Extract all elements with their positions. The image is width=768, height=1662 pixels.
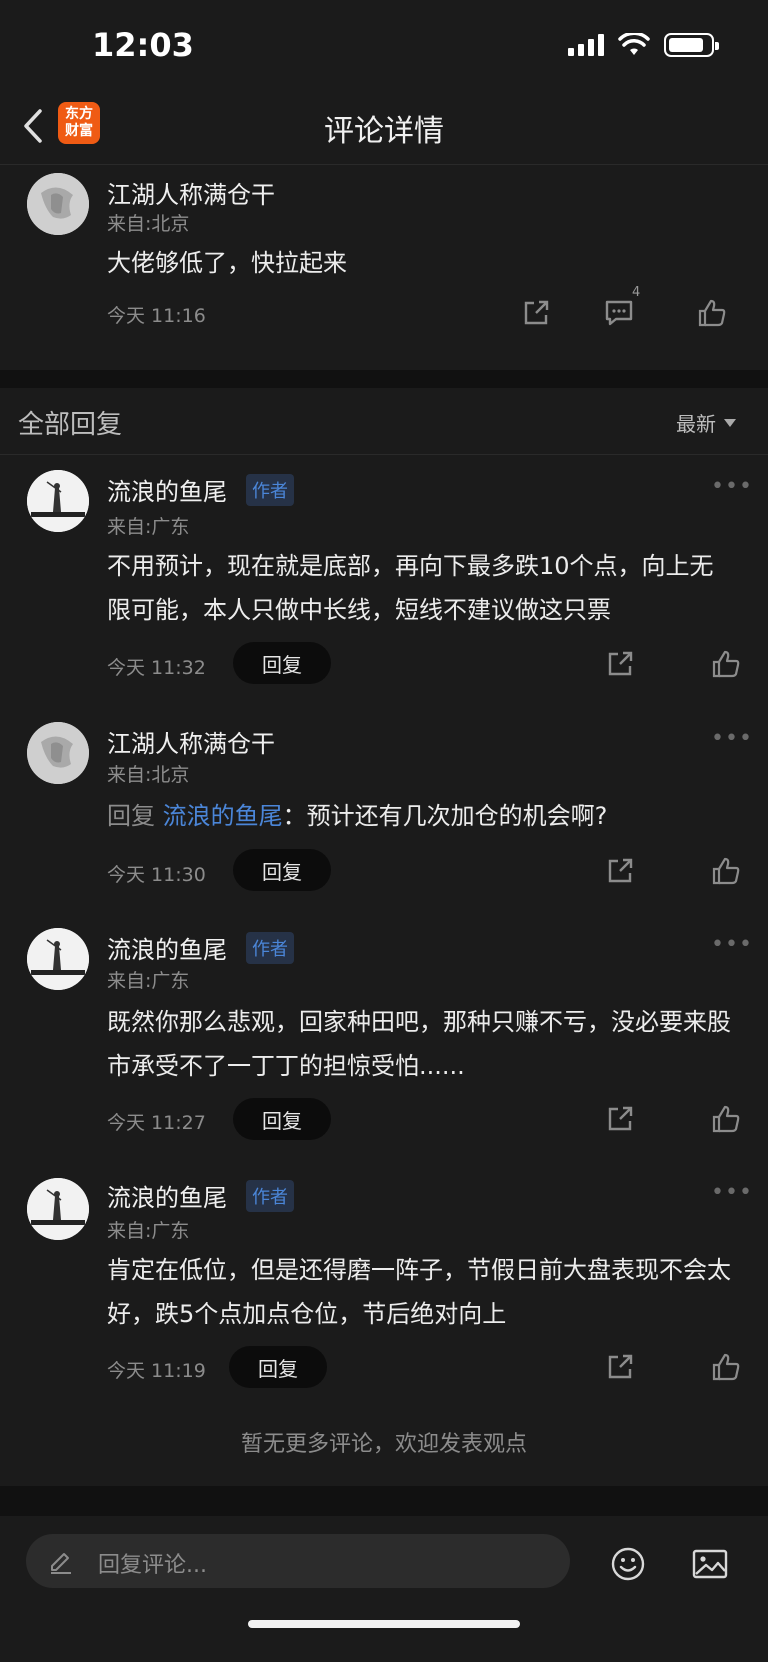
reply-input[interactable]: 回复评论... [26,1534,570,1588]
comment-count: 4 [632,285,641,300]
reply-time: 今天 11:30 [107,864,206,886]
username[interactable]: 江湖人称满仓干 [107,175,275,210]
reply-content: 肯定在低位，但是还得磨一阵子，节假日前大盘表现不会太好，跌5个点加点仓位，节后绝… [107,1256,731,1328]
thumbs-up-icon [712,1353,740,1381]
sort-dropdown[interactable]: 最新 [676,408,736,437]
main-comment: 江湖人称满仓干 来自:北京 大佬够低了，快拉起来 今天 11:16 4 [0,165,768,370]
comment-time: 今天 11:16 [107,305,206,327]
comment-content: 大佬够低了，快拉起来 [107,249,347,277]
section-divider [0,1486,768,1516]
bottom-bar: 回复评论... [0,1516,768,1662]
avatar[interactable] [27,1178,89,1240]
share-button[interactable] [603,1102,637,1136]
reply-content: 不用预计，现在就是底部，再向下最多跌10个点，向上无限可能，本人只做中长线，短线… [107,552,714,624]
thumbs-up-icon [698,299,726,327]
share-button[interactable] [519,296,553,330]
author-badge: 作者 [246,474,294,506]
thumbs-up-icon [712,650,740,678]
share-icon [608,858,633,883]
reply-text: ：预计还有几次加仓的机会啊? [282,802,608,830]
sort-label: 最新 [676,412,716,436]
reply-button[interactable]: 回复 [229,1346,327,1388]
share-icon [524,300,549,325]
like-button[interactable] [709,1102,743,1136]
input-placeholder: 回复评论... [98,1553,207,1578]
location: 来自:广东 [107,1220,190,1242]
like-button[interactable] [709,854,743,888]
no-more-comments: 暂无更多评论，欢迎发表观点 [240,1432,527,1457]
emoji-button[interactable] [608,1544,648,1584]
username[interactable]: 江湖人称满仓干 [107,724,275,759]
image-button[interactable] [690,1544,730,1584]
replies-header: 全部回复 最新 [0,388,768,455]
avatar[interactable] [27,928,89,990]
comment-icon [605,300,633,326]
reply-time: 今天 11:32 [107,657,206,679]
like-button[interactable] [709,1350,743,1384]
page-title: 评论详情 [324,114,444,149]
share-button[interactable] [603,647,637,681]
status-icons [568,30,719,60]
reply-button[interactable]: 回复 [233,642,331,684]
author-badge: 作者 [246,1180,294,1212]
pencil-icon [51,1553,71,1574]
caret-down-icon [724,418,736,427]
share-icon [608,651,633,676]
username[interactable]: 流浪的鱼尾 [107,472,227,507]
reply-content: 回复 流浪的鱼尾：预计还有几次加仓的机会啊? [107,794,737,838]
reply-prefix: 回复 [107,802,155,830]
reply-content: 既然你那么悲观，回家种田吧，那种只赚不亏，没必要来股市承受不了一丁丁的担惊受怕.… [107,1008,731,1080]
more-dots-icon[interactable]: ••• [711,1180,753,1205]
location: 来自:广东 [107,970,190,992]
wifi-icon [618,33,650,55]
location: 来自:北京 [107,764,190,786]
emoji-icon [611,1547,645,1581]
comment-button[interactable] [602,296,636,330]
home-indicator [248,1620,520,1628]
username[interactable]: 流浪的鱼尾 [107,1178,227,1213]
like-button[interactable] [695,296,729,330]
share-button[interactable] [603,854,637,888]
reply-time: 今天 11:19 [107,1360,206,1382]
avatar[interactable] [27,470,89,532]
more-dots-icon[interactable]: ••• [711,474,753,499]
reply-button[interactable]: 回复 [233,849,331,891]
reply-target-user[interactable]: 流浪的鱼尾 [163,802,283,830]
location: 来自:广东 [107,516,190,538]
section-divider [0,370,768,388]
image-icon [692,1549,728,1579]
share-button[interactable] [603,1350,637,1384]
signal-icon [568,34,604,56]
nav-bar: 东方 财富 评论详情 [0,92,768,165]
share-icon [608,1354,633,1379]
replies-title: 全部回复 [18,410,123,440]
share-icon [608,1106,633,1131]
more-dots-icon[interactable]: ••• [711,726,753,751]
battery-icon [664,33,719,57]
thumbs-up-icon [712,857,740,885]
more-dots-icon[interactable]: ••• [711,932,753,957]
status-time: 12:03 [92,26,194,64]
status-bar: 12:03 [0,0,768,92]
avatar[interactable] [27,722,89,784]
reply-button[interactable]: 回复 [233,1098,331,1140]
avatar[interactable] [27,173,89,235]
username[interactable]: 流浪的鱼尾 [107,930,227,965]
like-button[interactable] [709,647,743,681]
location: 来自:北京 [107,213,190,235]
thumbs-up-icon [712,1105,740,1133]
author-badge: 作者 [246,932,294,964]
reply-time: 今天 11:27 [107,1112,206,1134]
